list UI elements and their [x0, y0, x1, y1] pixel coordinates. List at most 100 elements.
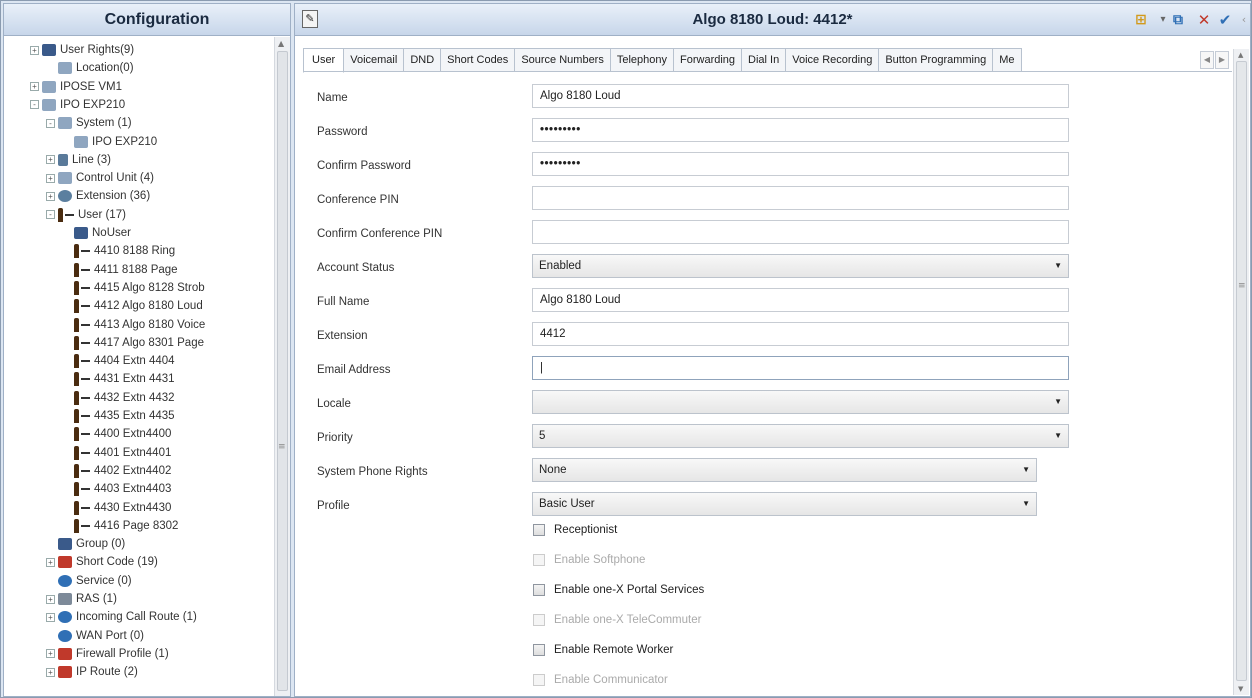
tree-item[interactable]: 4411 8188 Page: [62, 261, 178, 279]
tree-item[interactable]: 4432 Extn 4432: [62, 389, 175, 407]
form-scroll-thumb[interactable]: [1236, 61, 1247, 681]
checkbox-box: [533, 674, 545, 686]
tab-button-programming[interactable]: Button Programming: [879, 48, 994, 72]
tree-item[interactable]: 4401 Extn4401: [62, 444, 171, 462]
tab-voicemail[interactable]: Voicemail: [344, 48, 405, 72]
scroll-down-icon[interactable]: ▼: [1238, 685, 1243, 693]
tree-item[interactable]: NoUser: [62, 224, 131, 242]
tab-source-numbers[interactable]: Source Numbers: [515, 48, 611, 72]
ok-checkmark-button[interactable]: ✔: [1215, 10, 1235, 30]
tree-item[interactable]: 4417 Algo 8301 Page: [62, 334, 204, 352]
tab-telephony[interactable]: Telephony: [610, 48, 675, 72]
tree-item[interactable]: 4410 8188 Ring: [62, 242, 175, 260]
account-status-select[interactable]: Enabled ▼: [532, 254, 1069, 278]
line-icon: [58, 153, 68, 166]
tree-item[interactable]: 4400 Extn4400: [62, 425, 171, 443]
collapse-icon[interactable]: -: [46, 118, 55, 128]
collapse-icon[interactable]: -: [30, 100, 39, 110]
tree-item[interactable]: + Firewall Profile (1): [46, 645, 169, 663]
tree-item[interactable]: 4430 Extn4430: [62, 499, 171, 517]
checkbox-enable-remote-worker[interactable]: Enable Remote Worker: [533, 644, 673, 656]
tab-me[interactable]: Me: [993, 48, 1022, 72]
expand-icon[interactable]: +: [30, 45, 39, 55]
tab-forwarding[interactable]: Forwarding: [674, 48, 743, 72]
tree-item[interactable]: - System (1): [46, 114, 132, 132]
tab-short-codes[interactable]: Short Codes: [441, 48, 516, 72]
checkbox-box[interactable]: [533, 644, 545, 656]
tree-item[interactable]: 4431 Extn 4431: [62, 370, 175, 388]
tree-item[interactable]: - IPO EXP210: [30, 96, 125, 114]
tree-item[interactable]: 4413 Algo 8180 Voice: [62, 316, 205, 334]
expand-icon[interactable]: +: [46, 612, 55, 622]
tree-item[interactable]: Location(0): [46, 59, 134, 77]
tree-item-label: Incoming Call Route (1): [76, 611, 197, 624]
tree-item[interactable]: 4412 Algo 8180 Loud: [62, 297, 203, 315]
checkbox-receptionist[interactable]: Receptionist: [533, 524, 617, 536]
tab-dnd[interactable]: DND: [404, 48, 442, 72]
form-scrollbar[interactable]: ▲ ≡ ▼: [1233, 49, 1249, 695]
expand-icon[interactable]: +: [46, 173, 55, 183]
locale-select[interactable]: ▼: [532, 390, 1069, 414]
tree-item[interactable]: Group (0): [46, 535, 125, 553]
scroll-up-icon[interactable]: ▲: [1238, 51, 1243, 59]
expand-icon[interactable]: +: [30, 82, 39, 92]
confirm-password-field[interactable]: •••••••••: [532, 152, 1069, 176]
checkbox-box[interactable]: [533, 584, 545, 596]
checkbox-box[interactable]: [533, 524, 545, 536]
confirm-conference-pin-field[interactable]: [532, 220, 1069, 244]
tree-item[interactable]: + Extension (36): [46, 187, 150, 205]
expand-icon[interactable]: +: [46, 667, 55, 677]
scroll-up-icon[interactable]: ▲: [278, 39, 284, 48]
tree-item[interactable]: Service (0): [46, 572, 132, 590]
delete-button[interactable]: ✕: [1194, 10, 1214, 30]
tab-scroll-right-icon[interactable]: ▶: [1215, 51, 1229, 69]
tab-scroll-left-icon[interactable]: ◀: [1200, 51, 1214, 69]
tab-voice-recording[interactable]: Voice Recording: [786, 48, 880, 72]
password-field[interactable]: •••••••••: [532, 118, 1069, 142]
tree-item[interactable]: + Incoming Call Route (1): [46, 608, 197, 626]
full-name-field[interactable]: Algo 8180 Loud: [532, 288, 1069, 312]
tree-item[interactable]: - User (17): [46, 206, 126, 224]
tree-item[interactable]: + Short Code (19): [46, 553, 158, 571]
collapse-icon[interactable]: -: [46, 210, 55, 220]
expand-icon[interactable]: +: [46, 594, 55, 604]
tree-item[interactable]: + User Rights(9): [30, 41, 134, 59]
expand-icon[interactable]: +: [46, 155, 55, 165]
details-title: Algo 8180 Loud: 4412*: [692, 11, 853, 28]
tree-item[interactable]: + Control Unit (4): [46, 169, 154, 187]
copy-button[interactable]: ⧉: [1168, 10, 1188, 30]
tab-user[interactable]: User: [303, 48, 345, 73]
tree-item[interactable]: + IP Route (2): [46, 663, 138, 681]
tree-scrollbar[interactable]: ▲ ≡: [274, 37, 290, 696]
system-phone-rights-select[interactable]: None ▼: [532, 458, 1037, 482]
tree-scroll-thumb[interactable]: [277, 51, 288, 691]
tree-item[interactable]: WAN Port (0): [46, 627, 144, 645]
checkbox-label: Enable Remote Worker: [554, 644, 674, 656]
email-address-field[interactable]: |: [532, 356, 1069, 380]
conference-pin-field[interactable]: [532, 186, 1069, 210]
name-field[interactable]: Algo 8180 Loud: [532, 84, 1069, 108]
priority-select[interactable]: 5 ▼: [532, 424, 1069, 448]
tree-item[interactable]: + IPOSE VM1: [30, 78, 122, 96]
tab-dial-in[interactable]: Dial In: [742, 48, 787, 72]
extension-field[interactable]: 4412: [532, 322, 1069, 346]
new-item-button[interactable]: ⊞: [1131, 10, 1151, 30]
tree-item[interactable]: + Line (3): [46, 151, 111, 169]
tree-item[interactable]: + RAS (1): [46, 590, 117, 608]
next-record-button[interactable]: ›: [1244, 10, 1252, 30]
tree-item[interactable]: 4415 Algo 8128 Strob: [62, 279, 205, 297]
tree-item[interactable]: 4402 Extn4402: [62, 462, 171, 480]
wan-port-icon: [58, 629, 72, 642]
tree-item[interactable]: 4416 Page 8302: [62, 517, 178, 535]
profile-select[interactable]: Basic User ▼: [532, 492, 1037, 516]
tree-item[interactable]: 4403 Extn4403: [62, 480, 171, 498]
confirm-password-label: Confirm Password: [317, 160, 411, 172]
tree-item[interactable]: 4435 Extn 4435: [62, 407, 175, 425]
expand-icon[interactable]: +: [46, 191, 55, 201]
checkbox-enable-one-x-portal-services[interactable]: Enable one-X Portal Services: [533, 584, 704, 596]
tree-item[interactable]: IPO EXP210: [62, 133, 157, 151]
expand-icon[interactable]: +: [46, 557, 55, 567]
grip-icon: ≡: [1238, 281, 1246, 291]
tree-item[interactable]: 4404 Extn 4404: [62, 352, 175, 370]
expand-icon[interactable]: +: [46, 649, 55, 659]
